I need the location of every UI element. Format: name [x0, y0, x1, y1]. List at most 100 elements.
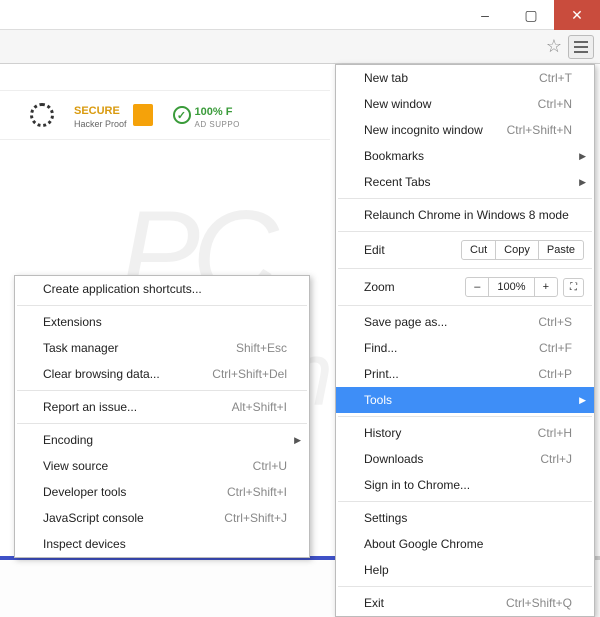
- checkmark-icon: ✓: [173, 106, 191, 124]
- fullscreen-button[interactable]: ⛶: [563, 278, 584, 297]
- supported-badge: ✓ 100% F AD SUPPO: [173, 102, 240, 129]
- label: Bookmarks: [364, 149, 424, 163]
- window-titlebar: – ▢ ✕: [0, 0, 600, 30]
- copy-button[interactable]: Copy: [495, 241, 538, 259]
- shortcut: Ctrl+U: [253, 459, 287, 473]
- browser-toolbar: ☆: [0, 30, 600, 64]
- shortcut: Ctrl+H: [538, 426, 572, 440]
- shortcut: Alt+Shift+I: [232, 400, 287, 414]
- menu-help[interactable]: Help: [336, 557, 594, 583]
- lock-icon: [133, 104, 153, 126]
- label: Settings: [364, 511, 407, 525]
- zoom-value: 100%: [488, 278, 533, 296]
- menu-print[interactable]: Print... Ctrl+P: [336, 361, 594, 387]
- label: Sign in to Chrome...: [364, 478, 470, 492]
- label: Create application shortcuts...: [43, 282, 202, 296]
- cut-button[interactable]: Cut: [462, 241, 495, 259]
- menu-about[interactable]: About Google Chrome: [336, 531, 594, 557]
- shortcut: Ctrl+S: [538, 315, 572, 329]
- submenu-js-console[interactable]: JavaScript console Ctrl+Shift+J: [15, 505, 309, 531]
- chevron-right-icon: ▶: [579, 151, 586, 162]
- menu-history[interactable]: History Ctrl+H: [336, 420, 594, 446]
- edit-button-group: Cut Copy Paste: [461, 240, 584, 260]
- submenu-encoding[interactable]: Encoding▶: [15, 427, 309, 453]
- submenu-extensions[interactable]: Extensions: [15, 309, 309, 335]
- menu-new-window[interactable]: New windowCtrl+N: [336, 91, 594, 117]
- shortcut: Ctrl+J: [540, 452, 572, 466]
- ad-banner: SECURE Hacker Proof ✓ 100% F AD SUPPO: [0, 90, 330, 140]
- separator: [17, 390, 307, 391]
- shortcut: Ctrl+N: [538, 97, 572, 111]
- paste-button[interactable]: Paste: [538, 241, 583, 259]
- separator: [338, 501, 592, 502]
- chrome-main-menu: New tab Ctrl+T New windowCtrl+N New incog…: [335, 64, 595, 617]
- label: New tab: [364, 71, 408, 85]
- separator: [338, 268, 592, 269]
- menu-new-tab[interactable]: New tab Ctrl+T: [336, 65, 594, 91]
- shortcut: Shift+Esc: [236, 341, 287, 355]
- menu-settings[interactable]: Settings: [336, 505, 594, 531]
- submenu-inspect-devices[interactable]: Inspect devices: [15, 531, 309, 557]
- submenu-app-shortcuts[interactable]: Create application shortcuts...: [15, 276, 309, 302]
- secure-badge: SECURE Hacker Proof: [74, 101, 153, 129]
- label: Downloads: [364, 452, 423, 466]
- menu-find[interactable]: Find...Ctrl+F: [336, 335, 594, 361]
- submenu-report-issue[interactable]: Report an issue...Alt+Shift+I: [15, 394, 309, 420]
- menu-tools[interactable]: Tools▶: [336, 387, 594, 413]
- zoom-label: Zoom: [364, 280, 395, 294]
- label: New incognito window: [364, 123, 483, 137]
- submenu-task-manager[interactable]: Task manager Shift+Esc: [15, 335, 309, 361]
- spinner-icon: [30, 103, 54, 127]
- maximize-button[interactable]: ▢: [508, 0, 554, 30]
- shortcut: Ctrl+Shift+N: [507, 123, 572, 137]
- chevron-right-icon: ▶: [294, 435, 301, 446]
- label: Clear browsing data...: [43, 367, 160, 381]
- label: History: [364, 426, 401, 440]
- supported-label: 100% F: [195, 106, 233, 118]
- menu-bookmarks[interactable]: Bookmarks ▶: [336, 143, 594, 169]
- label: Find...: [364, 341, 397, 355]
- submenu-dev-tools[interactable]: Developer toolsCtrl+Shift+I: [15, 479, 309, 505]
- label: Print...: [364, 367, 399, 381]
- label: Relaunch Chrome in Windows 8 mode: [364, 208, 569, 222]
- secure-sublabel: Hacker Proof: [74, 119, 127, 129]
- label: JavaScript console: [43, 511, 144, 525]
- label: Exit: [364, 596, 384, 610]
- menu-signin[interactable]: Sign in to Chrome...: [336, 472, 594, 498]
- label: Recent Tabs: [364, 175, 431, 189]
- submenu-clear-data[interactable]: Clear browsing data...Ctrl+Shift+Del: [15, 361, 309, 387]
- secure-label: SECURE: [74, 105, 120, 117]
- separator: [338, 305, 592, 306]
- menu-zoom-row: Zoom – 100% + ⛶: [336, 272, 594, 302]
- menu-incognito[interactable]: New incognito window Ctrl+Shift+N: [336, 117, 594, 143]
- submenu-view-source[interactable]: View sourceCtrl+U: [15, 453, 309, 479]
- zoom-in-button[interactable]: +: [534, 278, 557, 296]
- menu-downloads[interactable]: Downloads Ctrl+J: [336, 446, 594, 472]
- separator: [17, 423, 307, 424]
- menu-exit[interactable]: Exit Ctrl+Shift+Q: [336, 590, 594, 616]
- shortcut: Ctrl+T: [539, 71, 572, 85]
- supported-sublabel: AD SUPPO: [195, 120, 240, 129]
- separator: [338, 231, 592, 232]
- label: Task manager: [43, 341, 118, 355]
- bookmark-star-icon[interactable]: ☆: [546, 36, 562, 57]
- zoom-out-button[interactable]: –: [466, 278, 488, 296]
- label: Inspect devices: [43, 537, 126, 551]
- tools-submenu: Create application shortcuts... Extensio…: [14, 275, 310, 558]
- menu-save-page[interactable]: Save page as... Ctrl+S: [336, 309, 594, 335]
- shortcut: Ctrl+P: [538, 367, 572, 381]
- chrome-menu-button[interactable]: [568, 35, 594, 59]
- separator: [17, 305, 307, 306]
- chevron-right-icon: ▶: [579, 177, 586, 188]
- shortcut: Ctrl+Shift+Q: [506, 596, 572, 610]
- label: Save page as...: [364, 315, 447, 329]
- chevron-right-icon: ▶: [579, 395, 586, 406]
- menu-recent-tabs[interactable]: Recent Tabs ▶: [336, 169, 594, 195]
- shortcut: Ctrl+Shift+J: [224, 511, 287, 525]
- menu-relaunch-win8[interactable]: Relaunch Chrome in Windows 8 mode: [336, 202, 594, 228]
- separator: [338, 416, 592, 417]
- close-button[interactable]: ✕: [554, 0, 600, 30]
- minimize-button[interactable]: –: [462, 0, 508, 30]
- shortcut: Ctrl+Shift+I: [227, 485, 287, 499]
- label: About Google Chrome: [364, 537, 483, 551]
